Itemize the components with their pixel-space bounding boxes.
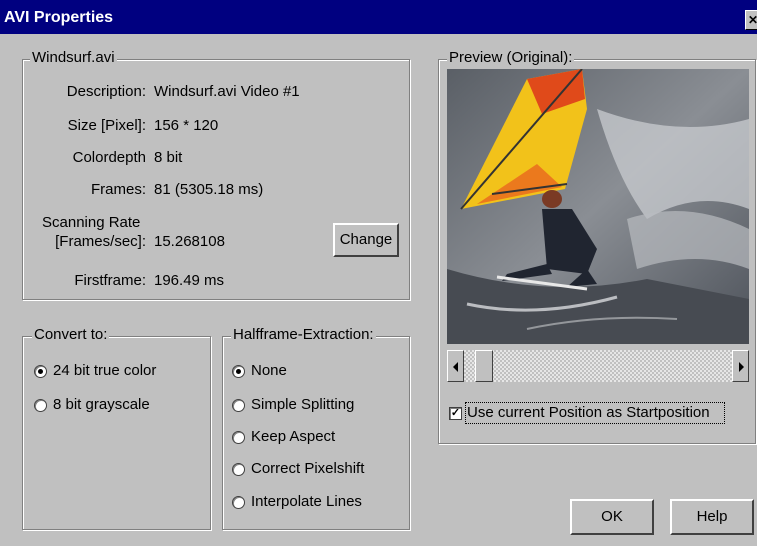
- halfframe-simple-splitting-radio[interactable]: [232, 399, 245, 412]
- description-value: Windsurf.avi Video #1: [154, 83, 300, 100]
- convert-24bit-radio[interactable]: [34, 365, 47, 378]
- halfframe-keep-aspect-label[interactable]: Keep Aspect: [251, 428, 335, 445]
- change-button[interactable]: Change: [333, 223, 399, 257]
- frames-label: Frames:: [90, 181, 146, 198]
- size-value: 156 * 120: [154, 117, 219, 134]
- convert-8bit-radio[interactable]: [34, 399, 47, 412]
- scanning-rate-value: 15.268108: [154, 233, 225, 250]
- windsurf-preview-picture: [447, 69, 749, 344]
- scanning-rate-label-line2: [Frames/sec]:: [55, 233, 146, 250]
- arrow-left-icon: [453, 362, 458, 372]
- close-button[interactable]: ✕: [745, 10, 757, 30]
- frames-value: 81 (5305.18 ms): [154, 181, 264, 198]
- use-position-label[interactable]: Use current Position as Startposition: [467, 404, 710, 421]
- convert-24bit-label[interactable]: 24 bit true color: [53, 362, 156, 379]
- halfframe-interpolate-lines-label[interactable]: Interpolate Lines: [251, 493, 362, 510]
- scanning-rate-label-line1: Scanning Rate: [42, 214, 141, 231]
- convert-to-legend: Convert to:: [32, 326, 110, 343]
- colordepth-value: 8 bit: [154, 149, 183, 166]
- window-title: AVI Properties: [4, 9, 114, 26]
- position-scrollbar[interactable]: [447, 350, 749, 382]
- close-icon: ✕: [748, 13, 757, 27]
- scroll-right-button[interactable]: [732, 350, 749, 382]
- description-label: Description:: [66, 83, 146, 100]
- help-button[interactable]: Help: [670, 499, 754, 535]
- scroll-left-button[interactable]: [447, 350, 464, 382]
- file-info-legend: Windsurf.avi: [30, 49, 117, 66]
- title-bar[interactable]: AVI Properties ✕: [0, 0, 757, 34]
- use-position-checkbox[interactable]: ✓: [449, 407, 462, 420]
- size-label: Size [Pixel]:: [67, 117, 146, 134]
- arrow-right-icon: [739, 362, 744, 372]
- ok-button[interactable]: OK: [570, 499, 654, 535]
- scroll-thumb[interactable]: [475, 350, 493, 382]
- halfframe-correct-pixelshift-label[interactable]: Correct Pixelshift: [251, 460, 364, 477]
- colordepth-label: Colordepth: [72, 149, 146, 166]
- firstframe-label: Firstframe:: [74, 272, 146, 289]
- halfframe-none-label[interactable]: None: [251, 362, 287, 379]
- halfframe-correct-pixelshift-radio[interactable]: [232, 463, 245, 476]
- preview-legend: Preview (Original):: [447, 49, 575, 66]
- halfframe-legend: Halfframe-Extraction:: [231, 326, 376, 343]
- halfframe-none-radio[interactable]: [232, 365, 245, 378]
- scroll-track[interactable]: [464, 350, 732, 382]
- halfframe-keep-aspect-radio[interactable]: [232, 431, 245, 444]
- halfframe-simple-splitting-label[interactable]: Simple Splitting: [251, 396, 354, 413]
- convert-8bit-label[interactable]: 8 bit grayscale: [53, 396, 150, 413]
- firstframe-value: 196.49 ms: [154, 272, 225, 289]
- preview-image: [447, 69, 749, 344]
- halfframe-interpolate-lines-radio[interactable]: [232, 496, 245, 509]
